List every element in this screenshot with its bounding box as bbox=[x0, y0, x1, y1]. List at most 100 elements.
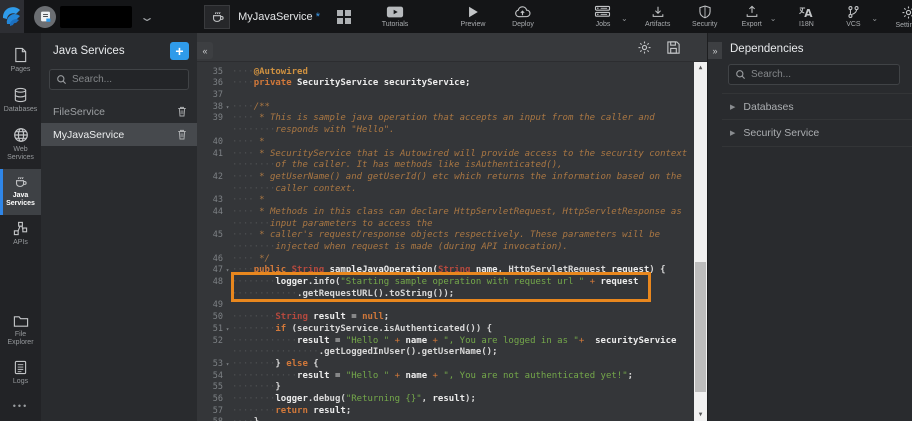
sidebar-item-label: Java Services bbox=[4, 192, 37, 208]
tool-settings-button[interactable]: Settings bbox=[891, 5, 912, 29]
sidebar-item-label: File Explorer bbox=[4, 331, 37, 347]
line-number: 37 bbox=[197, 90, 223, 102]
sidebar-item-pages[interactable]: Pages bbox=[0, 41, 41, 81]
tool-jobs-button[interactable]: Jobs bbox=[586, 5, 620, 28]
dependency-item-security-service[interactable]: ▶Security Service bbox=[722, 120, 912, 147]
fold-marker-icon[interactable]: ▾ bbox=[223, 359, 232, 371]
code-line: 56 ········logger.debug("Returning {}", r… bbox=[197, 394, 694, 406]
code-text: ········responds with "Hello". bbox=[232, 125, 694, 137]
service-list-item[interactable]: MyJavaService bbox=[41, 123, 197, 146]
delete-service-button[interactable] bbox=[176, 128, 188, 141]
fold-marker-icon[interactable]: ▾ bbox=[223, 324, 232, 336]
fold-marker-icon bbox=[223, 230, 232, 242]
tool-security[interactable]: Security bbox=[688, 5, 722, 28]
chevrons-right-icon: » bbox=[712, 46, 717, 56]
code-text: ········caller context. bbox=[232, 184, 694, 196]
tool-i18n[interactable]: AI18N bbox=[789, 5, 823, 28]
tool-deploy[interactable]: Deploy bbox=[506, 5, 540, 28]
code-text: ···· * caller's request/response objects… bbox=[232, 230, 694, 242]
dashboard-grid-button[interactable] bbox=[336, 9, 352, 25]
fold-marker-icon bbox=[223, 394, 232, 406]
code-text: ········if (securityService.isAuthentica… bbox=[232, 324, 694, 336]
save-icon bbox=[666, 40, 681, 55]
chevron-down-icon[interactable]: ⌄ bbox=[139, 10, 155, 24]
dependencies-title: Dependencies bbox=[722, 33, 912, 64]
service-list-item[interactable]: FileService bbox=[41, 100, 197, 123]
code-line: 47▾····public String sampleJavaOperation… bbox=[197, 265, 694, 277]
code-line: 58····} bbox=[197, 417, 694, 421]
tool-label: Jobs bbox=[596, 21, 611, 28]
dependency-label: Databases bbox=[743, 101, 793, 113]
fold-marker-icon bbox=[223, 207, 232, 219]
line-number: 56 bbox=[197, 394, 223, 406]
chevron-down-icon[interactable]: ⌄ bbox=[770, 14, 777, 23]
tool-jobs[interactable]: Jobs ⌄ bbox=[586, 5, 628, 28]
code-line: 41···· * SecurityService that is Autowir… bbox=[197, 149, 694, 161]
sidebar-item-databases[interactable]: Databases bbox=[0, 81, 41, 121]
chevron-down-icon[interactable]: ⌄ bbox=[621, 14, 628, 23]
scrollbar-thumb[interactable] bbox=[695, 262, 706, 392]
line-number: 48 bbox=[197, 277, 223, 289]
code-line: 42···· * getUserName() and getUserId() e… bbox=[197, 172, 694, 184]
editor-scrollbar[interactable]: ▲ ▼ bbox=[694, 62, 707, 421]
dependencies-search-input[interactable] bbox=[751, 69, 893, 80]
tool-settings[interactable]: Settings⌄ bbox=[891, 5, 912, 29]
add-service-button[interactable]: + bbox=[170, 42, 189, 60]
chevron-down-icon[interactable]: ⌄ bbox=[871, 14, 878, 23]
tool-artifacts-button[interactable]: Artifacts bbox=[641, 5, 675, 28]
project-avatar bbox=[34, 6, 56, 28]
tool-export[interactable]: Export⌄ bbox=[735, 5, 777, 28]
code-area[interactable]: 3435····@Autowired36····private Security… bbox=[197, 62, 707, 421]
tutorials-button[interactable]: Tutorials bbox=[378, 5, 412, 28]
run-tools-group: Preview Deploy bbox=[456, 5, 540, 28]
expand-panel-button[interactable]: » bbox=[708, 42, 722, 59]
scroll-down-icon[interactable]: ▼ bbox=[699, 409, 703, 421]
code-text: ········} else { bbox=[232, 359, 694, 371]
dependency-item-databases[interactable]: ▶Databases bbox=[722, 93, 912, 120]
active-service-tab[interactable]: MyJavaService * bbox=[204, 5, 352, 29]
code-text: ········return result; bbox=[232, 406, 694, 418]
collapse-panel-button[interactable]: « bbox=[197, 42, 213, 59]
sidebar-item-java-services[interactable]: Java Services bbox=[0, 169, 41, 215]
save-button[interactable] bbox=[666, 40, 681, 55]
sidebar-item-label: Web Services bbox=[4, 146, 37, 162]
grid-icon bbox=[336, 9, 352, 25]
brand-logo[interactable] bbox=[0, 0, 24, 33]
sidebar-item-web-services[interactable]: Web Services bbox=[0, 121, 41, 169]
line-number: 41 bbox=[197, 149, 223, 161]
tool-vcs[interactable]: VCS⌄ bbox=[836, 5, 878, 28]
tool-vcs-button[interactable]: VCS bbox=[836, 5, 870, 28]
tool-deploy-button[interactable]: Deploy bbox=[506, 5, 540, 28]
delete-service-button[interactable] bbox=[176, 105, 188, 118]
fold-marker-icon bbox=[223, 78, 232, 90]
tool-artifacts[interactable]: Artifacts bbox=[641, 5, 675, 28]
line-number: 36 bbox=[197, 78, 223, 90]
code-line-wrap: ············.getRequestURL().toString())… bbox=[197, 289, 694, 301]
tool-i18n-button[interactable]: AI18N bbox=[789, 5, 823, 28]
tool-preview[interactable]: Preview bbox=[456, 5, 490, 28]
code-line: 36····private SecurityService securitySe… bbox=[197, 78, 694, 90]
scroll-up-icon[interactable]: ▲ bbox=[699, 62, 703, 74]
sidebar-item-logs[interactable]: Logs bbox=[0, 354, 41, 393]
code-text: ···· */ bbox=[232, 254, 694, 266]
tool-export-button[interactable]: Export bbox=[735, 5, 769, 28]
dependencies-list: ▶Databases▶Security Service bbox=[722, 93, 912, 147]
more-options-button[interactable]: ••• bbox=[0, 393, 41, 421]
editor-settings-button[interactable] bbox=[637, 40, 652, 55]
code-editor: 3435····@Autowired36····private Security… bbox=[197, 33, 707, 421]
code-line: 52············result = "Hello " + name +… bbox=[197, 336, 694, 348]
fold-marker-icon[interactable]: ▾ bbox=[223, 102, 232, 114]
fold-marker-icon[interactable]: ▾ bbox=[223, 265, 232, 277]
tool-preview-button[interactable]: Preview bbox=[456, 5, 490, 28]
code-text: ···· * This is sample java operation tha… bbox=[232, 113, 694, 125]
line-number bbox=[197, 242, 223, 254]
tool-security-button[interactable]: Security bbox=[688, 5, 722, 28]
code-text: ········logger.debug("Returning {}", res… bbox=[232, 394, 694, 406]
services-search-input[interactable] bbox=[72, 74, 182, 85]
project-selector[interactable]: ⌄ bbox=[34, 6, 152, 28]
wavemaker-logo-icon bbox=[0, 5, 24, 29]
line-number: 38 bbox=[197, 102, 223, 114]
project-doc-icon bbox=[39, 10, 52, 23]
sidebar-item-file-explorer[interactable]: File Explorer bbox=[0, 308, 41, 354]
sidebar-item-apis[interactable]: APIs bbox=[0, 215, 41, 254]
